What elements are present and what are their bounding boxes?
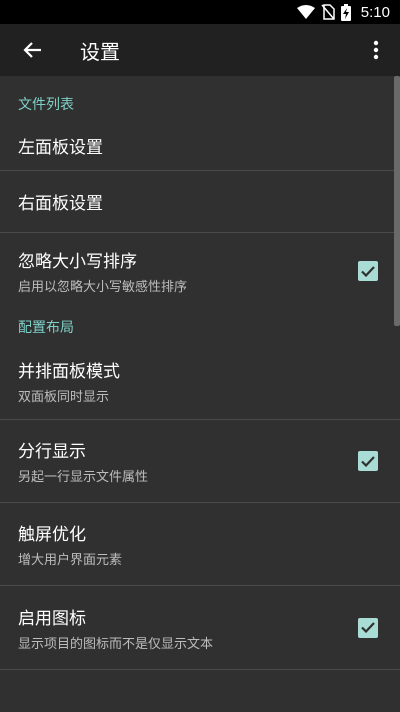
setting-touch-optimize[interactable]: 触屏优化 增大用户界面元素 xyxy=(0,503,400,586)
ignore-case-checkbox[interactable] xyxy=(358,261,378,281)
setting-split-line[interactable]: 分行显示 另起一行显示文件属性 xyxy=(0,420,400,503)
setting-left-panel[interactable]: 左面板设置 xyxy=(0,120,400,171)
back-button[interactable] xyxy=(0,24,64,76)
enable-icons-checkbox[interactable] xyxy=(358,617,378,638)
no-sim-icon xyxy=(321,4,335,20)
check-icon xyxy=(361,265,375,277)
split-line-checkbox[interactable] xyxy=(358,451,378,471)
more-vert-icon xyxy=(373,40,379,60)
setting-title: 右面板设置 xyxy=(18,194,103,214)
arrow-left-icon xyxy=(23,42,41,58)
battery-charging-icon xyxy=(340,3,351,21)
status-time: 5:10 xyxy=(360,3,390,21)
section-header-layout: 配置布局 xyxy=(18,320,74,336)
check-icon xyxy=(361,455,375,467)
check-icon xyxy=(361,622,375,633)
setting-title: 启用图标 xyxy=(18,608,86,629)
setting-title: 触屏优化 xyxy=(18,525,86,545)
setting-title: 并排面板模式 xyxy=(18,362,120,382)
setting-summary: 显示项目的图标而不是仅显示文本 xyxy=(18,636,214,652)
status-icons: 5:10 xyxy=(296,3,390,21)
section-header-file-list: 文件列表 xyxy=(18,97,74,113)
scrollbar[interactable] xyxy=(394,76,400,326)
setting-summary: 增大用户界面元素 xyxy=(18,553,123,568)
settings-list[interactable]: 文件列表 左面板设置 右面板设置 忽略大小写排序 启用以忽略大小写敏感性排序 配… xyxy=(0,76,400,712)
setting-title: 分行显示 xyxy=(18,442,86,462)
setting-title: 忽略大小写排序 xyxy=(18,252,137,272)
setting-summary: 启用以忽略大小写敏感性排序 xyxy=(18,280,188,295)
setting-summary: 双面板同时显示 xyxy=(18,390,110,405)
setting-title: 左面板设置 xyxy=(18,137,103,158)
overflow-menu-button[interactable] xyxy=(352,24,400,76)
app-bar: 设置 xyxy=(0,24,400,76)
page-title: 设置 xyxy=(80,39,120,64)
setting-summary: 另起一行显示文件属性 xyxy=(18,470,149,485)
setting-ignore-case-sort[interactable]: 忽略大小写排序 启用以忽略大小写敏感性排序 xyxy=(0,233,400,309)
setting-enable-icons[interactable]: 启用图标 显示项目的图标而不是仅显示文本 xyxy=(0,586,400,670)
status-bar: 5:10 xyxy=(0,0,400,24)
wifi-icon xyxy=(296,5,315,19)
setting-right-panel[interactable]: 右面板设置 xyxy=(0,171,400,233)
setting-side-by-side[interactable]: 并排面板模式 双面板同时显示 xyxy=(0,343,400,420)
